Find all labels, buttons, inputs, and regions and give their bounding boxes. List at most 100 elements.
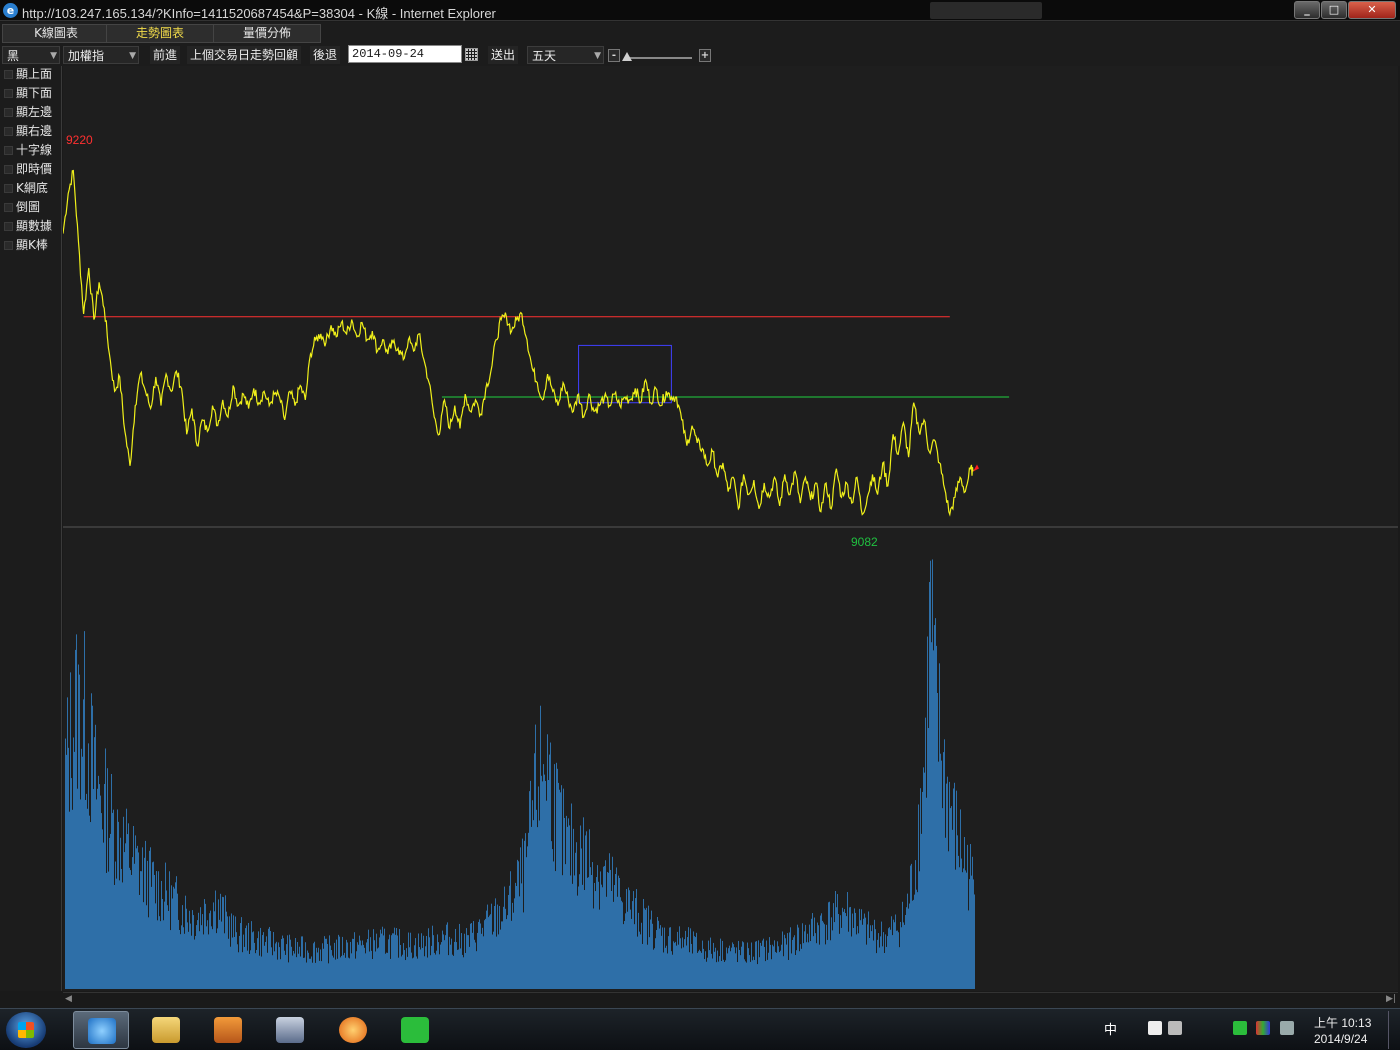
taskbar-media-player[interactable]	[200, 1011, 256, 1049]
scroll-left-icon[interactable]: ◀	[65, 994, 72, 1004]
horizontal-scrollbar[interactable]: ◀ ▶|	[63, 992, 1398, 1005]
forward-button[interactable]: 前進	[150, 46, 181, 64]
volume-bar	[101, 813, 102, 989]
trend-chart[interactable]: 9220 9082	[63, 66, 1398, 991]
volume-bar	[149, 850, 150, 989]
checkbox[interactable]	[4, 146, 13, 155]
tray-icon[interactable]	[1168, 1021, 1182, 1035]
volume-bar	[175, 882, 176, 989]
volume-bar	[782, 931, 783, 989]
start-button[interactable]	[6, 1012, 46, 1048]
input-method-indicator[interactable]: 中	[1104, 1019, 1117, 1038]
sidebar-item-k-grid[interactable]: K網底	[4, 180, 48, 197]
volume-bar	[376, 933, 377, 989]
tab-k-line-chart[interactable]: K線圖表	[2, 24, 110, 43]
checkbox[interactable]	[4, 241, 13, 250]
volume-bar	[755, 941, 756, 989]
volume-bar	[247, 950, 248, 989]
volume-bar	[857, 926, 858, 989]
volume-icon[interactable]	[1280, 1021, 1294, 1035]
tab-trend-chart[interactable]: 走勢圖表	[106, 24, 214, 43]
sidebar-item-show-top[interactable]: 顯上面	[4, 66, 52, 83]
volume-bar	[87, 808, 88, 989]
volume-bar	[358, 944, 359, 989]
volume-bar	[264, 945, 265, 989]
volume-bar	[381, 933, 382, 989]
taskbar-browser[interactable]	[325, 1011, 381, 1049]
sidebar-item-show-data[interactable]: 顯數據	[4, 218, 52, 235]
sidebar-item-live-price[interactable]: 即時價	[4, 161, 52, 178]
volume-bar	[674, 942, 675, 989]
volume-bar	[746, 962, 747, 989]
checkbox[interactable]	[4, 165, 13, 174]
volume-bar	[144, 857, 145, 989]
zoom-in-button[interactable]: +	[699, 49, 711, 62]
volume-bar	[624, 921, 625, 989]
sidebar-item-show-bottom[interactable]: 顯下面	[4, 85, 52, 102]
sidebar-item-show-right[interactable]: 顯右邊	[4, 123, 52, 140]
volume-bar	[648, 905, 649, 989]
checkbox[interactable]	[4, 127, 13, 136]
volume-bar	[221, 921, 222, 989]
checkbox[interactable]	[4, 203, 13, 212]
volume-bar	[948, 851, 949, 989]
network-icon[interactable]	[1256, 1021, 1270, 1035]
clock-time[interactable]: 上午 10:13	[1314, 1014, 1371, 1031]
volume-bar	[435, 954, 436, 989]
index-select[interactable]: 加權指 ▼	[63, 46, 139, 64]
volume-bar	[456, 942, 457, 989]
volume-bar	[504, 886, 505, 989]
volume-bar	[480, 923, 481, 989]
calendar-icon[interactable]	[465, 48, 478, 61]
checkbox[interactable]	[4, 70, 13, 79]
clock-date[interactable]: 2014/9/24	[1314, 1032, 1367, 1046]
tray-icon[interactable]	[1148, 1021, 1162, 1035]
checkbox[interactable]	[4, 222, 13, 231]
color-select[interactable]: 黑 ▼	[2, 46, 60, 64]
taskbar-internet-explorer[interactable]	[73, 1011, 129, 1049]
line-tray-icon[interactable]	[1233, 1021, 1247, 1035]
volume-bar	[917, 892, 918, 989]
tab-volume-price-distribution[interactable]: 量價分佈	[213, 24, 321, 43]
volume-bar	[689, 952, 690, 989]
volume-bar	[110, 833, 111, 989]
minimize-button[interactable]: _	[1294, 1, 1320, 19]
taskbar-file-explorer[interactable]	[138, 1011, 194, 1049]
taskbar-line[interactable]	[387, 1011, 443, 1049]
previous-day-review-button[interactable]: 上個交易日走勢回顧	[187, 46, 302, 64]
volume-bar	[792, 939, 793, 989]
taskbar-app[interactable]	[262, 1011, 318, 1049]
range-select[interactable]: 五天 ▼	[527, 46, 604, 64]
volume-bar	[965, 870, 966, 989]
sidebar-item-invert-chart[interactable]: 倒圖	[4, 199, 40, 216]
volume-bar	[723, 959, 724, 989]
volume-bar	[503, 906, 504, 989]
volume-bar	[851, 936, 852, 989]
sidebar-item-show-k-bars[interactable]: 顯K棒	[4, 237, 48, 254]
maximize-button[interactable]: □	[1321, 1, 1347, 19]
checkbox[interactable]	[4, 108, 13, 117]
scroll-right-icon[interactable]: ▶|	[1386, 994, 1396, 1004]
zoom-out-button[interactable]: -	[608, 49, 620, 62]
volume-bar	[491, 903, 492, 989]
close-button[interactable]: ✕	[1348, 1, 1396, 19]
volume-bar	[417, 958, 418, 989]
zoom-slider-track[interactable]	[626, 57, 692, 59]
volume-bar	[388, 939, 389, 989]
back-button[interactable]: 後退	[310, 46, 341, 64]
sidebar-item-show-left[interactable]: 顯左邊	[4, 104, 52, 121]
date-input[interactable]: 2014-09-24	[348, 45, 462, 63]
checkbox[interactable]	[4, 184, 13, 193]
volume-bar	[464, 933, 465, 989]
sidebar-item-crosshair[interactable]: 十字線	[4, 142, 52, 159]
volume-bar	[535, 724, 536, 989]
submit-button[interactable]: 送出	[488, 46, 519, 64]
volume-bar	[777, 941, 778, 989]
show-desktop-button[interactable]	[1388, 1011, 1398, 1049]
volume-bar	[93, 789, 94, 989]
zoom-slider-thumb[interactable]	[622, 52, 632, 61]
volume-bar	[820, 915, 821, 989]
checkbox[interactable]	[4, 89, 13, 98]
volume-bar	[387, 952, 388, 989]
volume-bar	[339, 936, 340, 989]
